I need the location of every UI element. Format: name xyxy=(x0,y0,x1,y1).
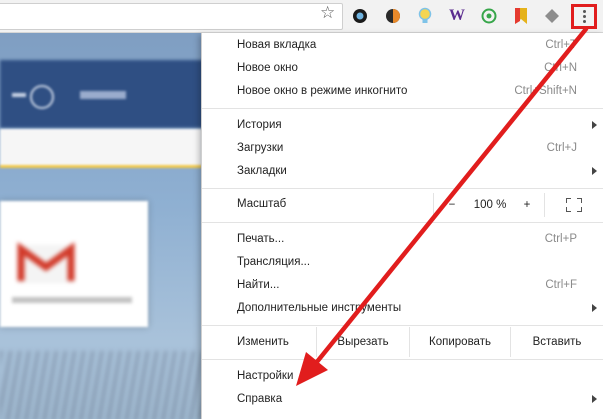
menu-shortcut: Ctrl+F xyxy=(545,279,577,291)
menu-separator xyxy=(202,325,603,326)
zoom-out-button[interactable]: − xyxy=(434,193,470,217)
gmail-icon xyxy=(17,242,75,283)
ext-green-ring-icon[interactable] xyxy=(480,7,498,25)
zoom-in-label: + xyxy=(523,199,531,211)
menu-separator xyxy=(202,108,603,109)
menu-item-help[interactable]: Справка xyxy=(202,389,603,411)
menu-item-find[interactable]: Найти... Ctrl+F xyxy=(202,275,603,297)
menu-item-new-tab[interactable]: Новая вкладка Ctrl+T xyxy=(202,35,603,57)
menu-item-label: Новая вкладка xyxy=(237,39,317,51)
zoom-label: Масштаб xyxy=(237,198,287,210)
menu-item-more-tools[interactable]: Дополнительные инструменты xyxy=(202,298,603,320)
copy-button[interactable]: Копировать xyxy=(410,327,510,357)
menu-item-label: Печать... xyxy=(237,233,285,245)
star-icon[interactable]: ☆ xyxy=(320,3,335,23)
menu-item-label: Новое окно xyxy=(237,62,298,74)
fullscreen-icon xyxy=(566,198,582,212)
menu-shortcut: Ctrl+N xyxy=(544,62,577,74)
menu-item-history[interactable]: История xyxy=(202,115,603,137)
menu-shortcut: Ctrl+Shift+N xyxy=(514,85,577,97)
menu-item-label: Закладки xyxy=(237,165,287,177)
ext-bulb-icon[interactable] xyxy=(416,7,434,25)
menu-item-label: Дополнительные инструменты xyxy=(237,302,402,314)
address-bar[interactable] xyxy=(0,3,343,30)
menu-item-label: Новое окно в режиме инкогнито xyxy=(237,85,408,97)
menu-shortcut: Ctrl+J xyxy=(546,142,577,154)
menu-separator xyxy=(202,222,603,223)
ext-w-icon[interactable]: W xyxy=(448,7,466,25)
mail-card-caption xyxy=(12,297,132,303)
zoom-level: 100 % xyxy=(470,193,510,217)
zoom-in-button[interactable]: + xyxy=(510,193,544,217)
fullscreen-button[interactable] xyxy=(545,193,603,217)
cut-label: Вырезать xyxy=(337,336,389,348)
site-logo-part xyxy=(12,93,26,97)
menu-item-cast[interactable]: Трансляция... xyxy=(202,252,603,274)
menu-separator xyxy=(202,359,603,360)
menu-item-label: Настройки xyxy=(237,370,294,382)
chrome-main-menu: Новая вкладка Ctrl+T Новое окно Ctrl+N Н… xyxy=(201,33,603,419)
menu-item-label: Трансляция... xyxy=(237,256,311,268)
menu-separator xyxy=(202,188,603,189)
menu-item-label: Найти... xyxy=(237,279,280,291)
site-search-bar xyxy=(0,129,202,168)
menu-item-print[interactable]: Печать... Ctrl+P xyxy=(202,229,603,251)
three-dots-vertical-icon[interactable] xyxy=(571,4,597,29)
chevron-right-icon xyxy=(592,121,597,129)
menu-item-bookmarks[interactable]: Закладки xyxy=(202,161,603,183)
menu-item-settings[interactable]: Настройки xyxy=(202,366,603,388)
menu-item-label: Справка xyxy=(237,393,283,405)
menu-item-incognito[interactable]: Новое окно в режиме инкогнито Ctrl+Shift… xyxy=(202,81,603,103)
paste-label: Вставить xyxy=(532,336,582,348)
site-header-link xyxy=(80,91,126,99)
cut-button[interactable]: Вырезать xyxy=(317,327,409,357)
chevron-right-icon xyxy=(592,304,597,312)
zoom-value: 100 % xyxy=(473,199,507,211)
chevron-right-icon xyxy=(592,167,597,175)
menu-edit-row: Изменить Вырезать Копировать Вставить xyxy=(202,327,603,357)
ext-bookmark-icon[interactable] xyxy=(512,7,530,25)
browser-toolbar: ☆ W xyxy=(0,0,603,33)
menu-shortcut: Ctrl+P xyxy=(544,233,577,245)
ext-dark-circle-icon[interactable] xyxy=(351,7,369,25)
menu-zoom-row: Масштаб − 100 % + xyxy=(202,193,603,217)
edit-label: Изменить xyxy=(202,327,316,357)
paste-button[interactable]: Вставить xyxy=(511,327,603,357)
edit-label-text: Изменить xyxy=(237,336,289,348)
menu-shortcut: Ctrl+T xyxy=(545,39,577,51)
menu-item-label: Загрузки xyxy=(237,142,284,154)
menu-item-new-window[interactable]: Новое окно Ctrl+N xyxy=(202,58,603,80)
ext-diamond-icon[interactable] xyxy=(543,7,561,25)
menu-item-downloads[interactable]: Загрузки Ctrl+J xyxy=(202,138,603,160)
ext-orange-ring-icon[interactable] xyxy=(384,7,402,25)
page-background xyxy=(0,33,215,419)
chevron-right-icon xyxy=(592,395,597,403)
background-trees xyxy=(0,351,215,419)
menu-item-label: История xyxy=(237,119,282,131)
site-logo xyxy=(30,85,54,109)
zoom-out-label: − xyxy=(448,199,456,211)
copy-label: Копировать xyxy=(429,336,491,348)
